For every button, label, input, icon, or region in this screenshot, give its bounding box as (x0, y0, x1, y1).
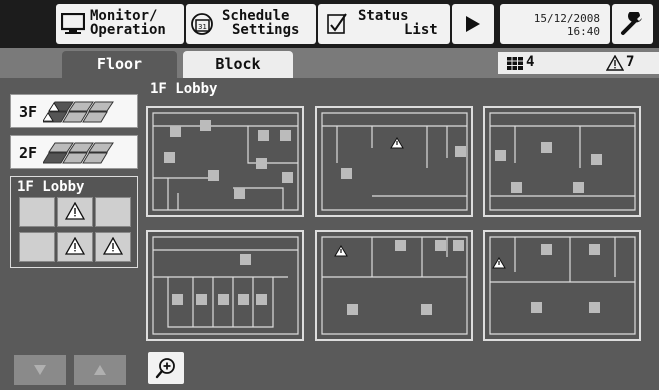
indoor-unit[interactable] (541, 142, 552, 153)
status-label-line2: List (404, 22, 438, 38)
date-time-display: 15/12/2008 16:40 (500, 4, 610, 44)
unit-grid-icon (507, 57, 523, 70)
floor-plan-title: 1F Lobby (150, 81, 218, 97)
indoor-unit[interactable] (170, 126, 181, 137)
indoor-unit[interactable] (395, 240, 406, 251)
block-button-alert[interactable] (57, 197, 93, 227)
indoor-unit[interactable] (196, 294, 207, 305)
indoor-unit[interactable] (282, 172, 293, 183)
floor-blocks-3f-icon (43, 101, 114, 123)
calendar-icon: 31 (191, 13, 213, 35)
floor-block-6[interactable] (483, 230, 641, 341)
floor-button-3f[interactable]: 3F (10, 94, 138, 128)
indoor-unit[interactable] (455, 146, 466, 157)
alert-triangle-icon (65, 237, 85, 255)
floor-plan-area: 1F Lobby (142, 78, 659, 346)
alert-triangle-icon (334, 245, 348, 257)
monitor-operation-button[interactable]: Monitor/ Operation (56, 4, 184, 44)
block-button[interactable] (95, 197, 131, 227)
schedule-settings-button[interactable]: 31 Schedule Settings (186, 4, 316, 44)
monitor-icon (61, 13, 85, 34)
tab-floor[interactable]: Floor (62, 51, 177, 78)
screen: Monitor/ Operation 31 Schedule Settings … (0, 0, 659, 390)
floor-label-2f: 2F (19, 144, 38, 162)
indoor-unit[interactable] (347, 304, 358, 315)
status-list-button[interactable]: Status List (318, 4, 450, 44)
zoom-in-icon (155, 358, 175, 379)
indoor-unit[interactable] (435, 240, 446, 251)
floor-block-3[interactable] (483, 106, 641, 217)
floor-block-2[interactable] (315, 106, 473, 217)
block-button-alert[interactable] (95, 232, 131, 262)
alert-triangle-icon (606, 55, 624, 71)
top-bar: Monitor/ Operation 31 Schedule Settings … (0, 0, 659, 48)
zoom-button[interactable] (148, 352, 184, 384)
monitor-label-line2: Operation (90, 22, 166, 38)
wrench-icon (621, 12, 642, 35)
indoor-unit[interactable] (256, 294, 267, 305)
indoor-unit[interactable] (573, 182, 584, 193)
current-floor-label: 1F Lobby (17, 179, 85, 195)
floor-blocks-2f-icon (43, 142, 114, 164)
indoor-unit[interactable] (258, 130, 269, 141)
status-label-line1: Status (358, 8, 409, 24)
tab-row: Floor Block 4 7 (0, 48, 659, 78)
indoor-unit[interactable] (280, 130, 291, 141)
indoor-unit[interactable] (164, 152, 175, 163)
tab-block[interactable]: Block (183, 51, 293, 78)
indoor-unit[interactable] (511, 182, 522, 193)
schedule-label-line2: Settings (232, 22, 300, 38)
indoor-unit[interactable] (495, 150, 506, 161)
calendar-number: 31 (198, 23, 207, 31)
date-text: 15/12/2008 (533, 12, 600, 25)
indoor-unit[interactable] (172, 294, 183, 305)
alert-triangle-icon (65, 202, 85, 220)
current-floor-panel: 1F Lobby (10, 176, 138, 268)
indoor-unit[interactable] (589, 302, 600, 313)
indoor-unit[interactable] (531, 302, 542, 313)
unit-count: 4 (526, 54, 535, 70)
floor-list: 3F 2F 1F Lobby (0, 78, 142, 390)
floor-button-2f[interactable]: 2F (10, 135, 138, 169)
indoor-unit[interactable] (218, 294, 229, 305)
maintenance-button[interactable] (612, 4, 653, 44)
indoor-unit[interactable] (421, 304, 432, 315)
next-button[interactable] (452, 4, 494, 44)
bottom-bar (142, 346, 659, 390)
indoor-unit[interactable] (240, 254, 251, 265)
indoor-unit[interactable] (208, 170, 219, 181)
alert-triangle-icon (103, 237, 123, 255)
scroll-up-button[interactable] (74, 355, 126, 385)
alert-count: 7 (626, 54, 635, 70)
block-button-alert[interactable] (57, 232, 93, 262)
indoor-unit[interactable] (591, 154, 602, 165)
indoor-unit[interactable] (238, 294, 249, 305)
alert-triangle-icon (390, 137, 404, 149)
indoor-unit[interactable] (256, 158, 267, 169)
up-arrow-icon (94, 365, 106, 375)
status-list-icon (327, 13, 347, 34)
indoor-unit[interactable] (453, 240, 464, 251)
floor-block-4[interactable] (146, 230, 304, 341)
scroll-down-button[interactable] (14, 355, 66, 385)
block-button[interactable] (19, 232, 55, 262)
indoor-unit[interactable] (341, 168, 352, 179)
play-icon (466, 16, 480, 32)
indoor-unit[interactable] (234, 188, 245, 199)
block-button[interactable] (19, 197, 55, 227)
time-text: 16:40 (566, 25, 600, 38)
alert-triangle-icon (492, 257, 506, 269)
floor-block-5[interactable] (315, 230, 473, 341)
floor-block-1[interactable] (146, 106, 304, 217)
status-counts: 4 7 (498, 52, 659, 74)
down-arrow-icon (34, 365, 46, 375)
indoor-unit[interactable] (589, 244, 600, 255)
floor-label-3f: 3F (19, 103, 38, 121)
indoor-unit[interactable] (541, 244, 552, 255)
indoor-unit[interactable] (200, 120, 211, 131)
